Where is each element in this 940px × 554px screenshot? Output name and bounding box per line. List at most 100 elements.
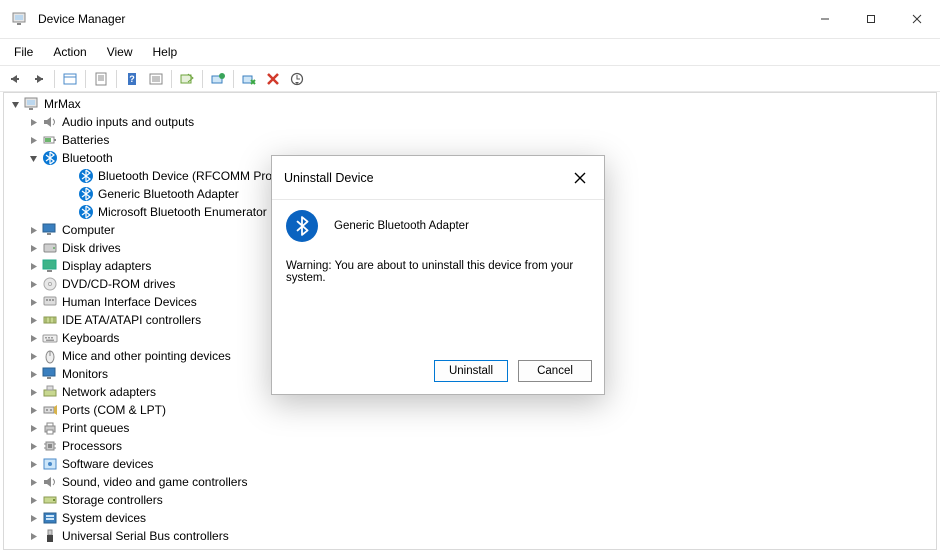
- bluetooth-icon: [78, 204, 94, 220]
- battery-icon: [42, 132, 58, 148]
- chevron-right-icon[interactable]: [26, 133, 40, 147]
- chevron-right-icon[interactable]: [26, 331, 40, 345]
- toolbar-back-icon[interactable]: [4, 68, 26, 90]
- tree-item-label: Generic Bluetooth Adapter: [98, 187, 239, 201]
- tree-root[interactable]: MrMax: [4, 95, 936, 113]
- network-icon: [42, 384, 58, 400]
- chevron-right-icon[interactable]: [26, 457, 40, 471]
- toolbar-disable-icon[interactable]: [238, 68, 260, 90]
- menu-help[interactable]: Help: [143, 41, 188, 63]
- storage-icon: [42, 492, 58, 508]
- tree-item[interactable]: Storage controllers: [4, 491, 936, 509]
- window-title: Device Manager: [38, 12, 125, 26]
- tree-item[interactable]: Software devices: [4, 455, 936, 473]
- toolbar-forward-icon[interactable]: [28, 68, 50, 90]
- tree-item-label: Software devices: [62, 457, 153, 471]
- toolbar-scan-changes-icon[interactable]: [286, 68, 308, 90]
- toolbar-help-icon[interactable]: ?: [121, 68, 143, 90]
- tree-item[interactable]: Print queues: [4, 419, 936, 437]
- bluetooth-icon: [78, 186, 94, 202]
- tree-item[interactable]: Batteries: [4, 131, 936, 149]
- system-icon: [42, 510, 58, 526]
- chevron-down-icon[interactable]: [26, 151, 40, 165]
- tree-item-label: Bluetooth: [62, 151, 113, 165]
- chevron-right-icon[interactable]: [26, 511, 40, 525]
- cpu-icon: [42, 438, 58, 454]
- computer-icon: [24, 96, 40, 112]
- chevron-right-icon[interactable]: [26, 439, 40, 453]
- chevron-right-icon[interactable]: [26, 403, 40, 417]
- tree-item[interactable]: Processors: [4, 437, 936, 455]
- tree-item[interactable]: System devices: [4, 509, 936, 527]
- ide-icon: [42, 312, 58, 328]
- mouse-icon: [42, 348, 58, 364]
- usb-icon: [42, 528, 58, 544]
- chevron-down-icon[interactable]: [8, 97, 22, 111]
- menu-view[interactable]: View: [97, 41, 143, 63]
- tree-item-label: DVD/CD-ROM drives: [62, 277, 175, 291]
- chevron-right-icon[interactable]: [26, 295, 40, 309]
- disk-icon: [42, 240, 58, 256]
- tree-item-label: IDE ATA/ATAPI controllers: [62, 313, 201, 327]
- tree-item[interactable]: Audio inputs and outputs: [4, 113, 936, 131]
- minimize-button[interactable]: [802, 0, 848, 38]
- dialog-titlebar: Uninstall Device: [272, 156, 604, 200]
- bluetooth-icon: [286, 210, 318, 242]
- chevron-right-icon[interactable]: [26, 493, 40, 507]
- cancel-button[interactable]: Cancel: [518, 360, 592, 382]
- tree-item-label: Human Interface Devices: [62, 295, 197, 309]
- toolbar-list-icon[interactable]: [145, 68, 167, 90]
- close-button[interactable]: [894, 0, 940, 38]
- tree-item[interactable]: Ports (COM & LPT): [4, 401, 936, 419]
- chevron-right-icon[interactable]: [26, 475, 40, 489]
- chevron-right-icon[interactable]: [26, 385, 40, 399]
- titlebar: Device Manager: [0, 0, 940, 38]
- tree-item-label: Disk drives: [62, 241, 121, 255]
- tree-item-label: Microsoft Bluetooth Enumerator: [98, 205, 267, 219]
- uninstall-dialog: Uninstall Device Generic Bluetooth Adapt…: [271, 155, 605, 395]
- dialog-device-name: Generic Bluetooth Adapter: [334, 220, 469, 232]
- chevron-right-icon[interactable]: [26, 367, 40, 381]
- printer-icon: [42, 420, 58, 436]
- tree-item-label: Processors: [62, 439, 122, 453]
- toolbar-properties-icon[interactable]: [90, 68, 112, 90]
- chevron-right-icon[interactable]: [26, 313, 40, 327]
- chevron-right-icon[interactable]: [26, 349, 40, 363]
- chevron-right-icon[interactable]: [26, 241, 40, 255]
- display-icon: [42, 258, 58, 274]
- chevron-right-icon[interactable]: [26, 259, 40, 273]
- tree-item[interactable]: Sound, video and game controllers: [4, 473, 936, 491]
- tree-root-label: MrMax: [44, 97, 81, 111]
- toolbar-show-hidden-icon[interactable]: [59, 68, 81, 90]
- monitor-icon: [42, 366, 58, 382]
- chevron-right-icon[interactable]: [26, 529, 40, 543]
- cd-icon: [42, 276, 58, 292]
- tree-item-label: Sound, video and game controllers: [62, 475, 247, 489]
- chevron-right-icon[interactable]: [26, 223, 40, 237]
- toolbar-scan-icon[interactable]: [176, 68, 198, 90]
- chevron-right-icon[interactable]: [26, 115, 40, 129]
- chevron-right-icon[interactable]: [26, 277, 40, 291]
- menu-action[interactable]: Action: [43, 41, 96, 63]
- menubar: File Action View Help: [0, 38, 940, 66]
- menu-file[interactable]: File: [4, 41, 43, 63]
- tree-item-label: Computer: [62, 223, 115, 237]
- bluetooth-icon: [78, 168, 94, 184]
- speaker-icon: [42, 114, 58, 130]
- maximize-button[interactable]: [848, 0, 894, 38]
- tree-item-label: Storage controllers: [62, 493, 163, 507]
- hid-icon: [42, 294, 58, 310]
- keyboard-icon: [42, 330, 58, 346]
- dialog-warning-text: Warning: You are about to uninstall this…: [286, 260, 590, 284]
- uninstall-button[interactable]: Uninstall: [434, 360, 508, 382]
- toolbar-update-driver-icon[interactable]: [207, 68, 229, 90]
- tree-item[interactable]: Universal Serial Bus controllers: [4, 527, 936, 545]
- tree-item-label: Keyboards: [62, 331, 119, 345]
- tree-item-label: Audio inputs and outputs: [62, 115, 194, 129]
- dialog-close-icon[interactable]: [568, 166, 592, 190]
- chevron-right-icon[interactable]: [26, 421, 40, 435]
- app-icon: [12, 11, 28, 27]
- tree-item-label: Batteries: [62, 133, 109, 147]
- toolbar-uninstall-icon[interactable]: [262, 68, 284, 90]
- software-icon: [42, 456, 58, 472]
